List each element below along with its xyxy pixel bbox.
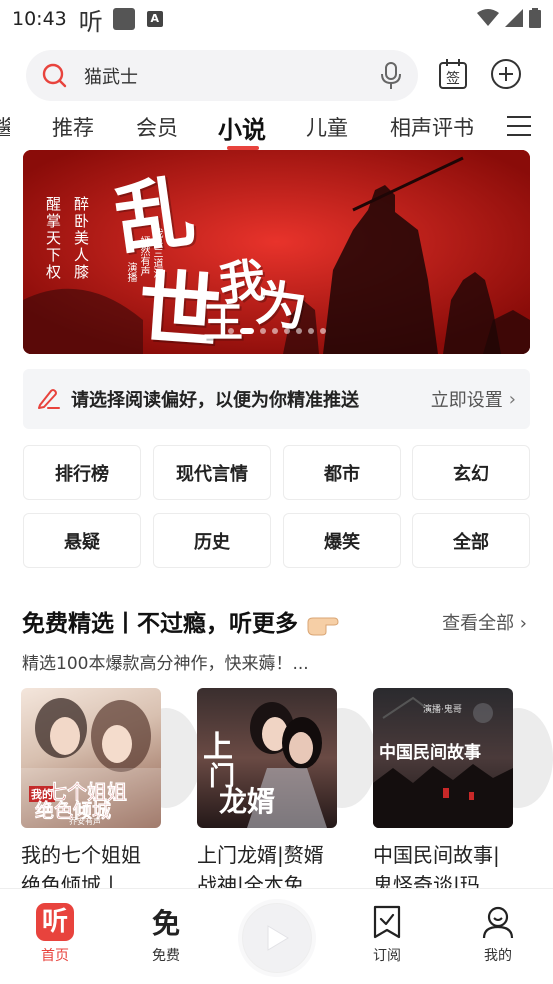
status-icons <box>477 8 541 28</box>
book-cover: 中国民间故事 演播·鬼哥 <box>373 688 513 828</box>
banner-dot-active <box>239 328 254 334</box>
banner-dot <box>259 328 266 334</box>
book-title-line-1: 上门龙婿|赘婿 <box>197 843 324 867</box>
search-icon <box>42 63 67 87</box>
search-placeholder: 猫武士 <box>84 66 138 88</box>
bottom-navigation: 听 首页 免 免费 订阅 我的 <box>0 888 553 984</box>
microphone-icon[interactable] <box>380 61 402 90</box>
reading-preference-bar[interactable]: 请选择阅读偏好，以便为你精准推送 立即设置 › <box>23 369 530 429</box>
nav-mine[interactable]: 我的 <box>458 903 538 965</box>
category-modern-romance[interactable]: 现代言情 <box>153 445 271 500</box>
view-all-label: 查看全部 <box>442 613 515 634</box>
section-title-text: 免费精选丨不过瘾，听更多 <box>22 611 298 637</box>
banner-tagline-1: 醒掌天下权 <box>44 196 62 281</box>
preference-prompt: 请选择阅读偏好，以便为你精准推送 <box>71 390 359 411</box>
status-time: 10:43 <box>12 8 67 30</box>
free-icon: 免 <box>147 903 185 941</box>
a-badge-icon: A <box>146 11 163 27</box>
nav-mine-label: 我的 <box>484 948 512 964</box>
banner-dot <box>283 328 290 334</box>
nav-free[interactable]: 免 免费 <box>126 903 206 965</box>
category-ranking[interactable]: 排行榜 <box>23 445 141 500</box>
tab-partial[interactable]: 酱 <box>0 112 10 142</box>
tab-recommend[interactable]: 推荐 <box>52 112 94 142</box>
nav-home-label: 首页 <box>41 948 69 964</box>
sign-label: 签 <box>446 70 460 87</box>
play-icon <box>267 925 289 951</box>
home-ting-glyph: 听 <box>36 903 74 941</box>
app-notification-icon: 听 <box>78 7 103 36</box>
banner-tagline-2: 醉卧美人膝 <box>72 196 90 281</box>
book-title-line-1: 中国民间故事| <box>373 843 500 867</box>
pointing-hand-icon <box>307 617 339 635</box>
category-fantasy[interactable]: 玄幻 <box>412 445 530 500</box>
cover-tag: 演播·鬼哥 <box>423 705 462 715</box>
play-button[interactable] <box>238 899 316 977</box>
add-icon[interactable] <box>490 58 522 90</box>
section-title: 免费精选丨不过瘾，听更多 <box>22 604 340 638</box>
banner-credit-3: 演播 <box>125 262 136 282</box>
tab-children[interactable]: 儿童 <box>306 112 348 142</box>
tab-novel[interactable]: 小说 <box>218 110 266 145</box>
category-all[interactable]: 全部 <box>412 513 530 568</box>
home-ting-icon: 听 <box>36 903 74 941</box>
sign-in-calendar-icon[interactable]: 签 <box>437 58 469 90</box>
book-cover: 我的 七个姐姐 绝色倾城 乔安有声 <box>21 688 161 828</box>
book-cover: 上 门 龙婿 <box>197 688 337 828</box>
banner-credit-1: 我是三道河 <box>151 228 162 278</box>
section-subtitle: 精选100本爆款高分神作，快来薅！... <box>22 654 309 674</box>
banner-pagination <box>23 328 530 334</box>
view-all-link[interactable]: 查看全部 › <box>442 609 527 635</box>
user-icon <box>479 903 517 941</box>
bookmark-check-icon <box>368 903 406 941</box>
banner-dot <box>295 328 302 334</box>
category-history[interactable]: 历史 <box>153 513 271 568</box>
free-glyph: 免 <box>151 907 180 940</box>
banner-credit-2: 嫣然有声 <box>138 236 149 276</box>
banner-dot <box>307 328 314 334</box>
wifi-icon <box>477 9 499 26</box>
status-bar: 10:43 听 A <box>0 0 553 38</box>
book-title-line-1: 我的七个姐姐 <box>21 843 141 867</box>
banner-dot <box>271 328 278 334</box>
notification-square-icon <box>112 8 135 30</box>
nav-subscribe[interactable]: 订阅 <box>347 903 427 965</box>
category-tabs: 酱 推荐 会员 小说 儿童 相声评书 <box>0 106 553 150</box>
category-comedy[interactable]: 爆笑 <box>283 513 401 568</box>
banner-title-char-5: 王 <box>203 299 243 346</box>
category-suspense[interactable]: 悬疑 <box>23 513 141 568</box>
cover-text-3: 龙婿 <box>219 785 276 818</box>
tab-crosstalk[interactable]: 相声评书 <box>390 112 474 142</box>
pencil-icon <box>38 389 60 409</box>
signal-icon <box>505 9 523 27</box>
tab-vip[interactable]: 会员 <box>136 112 178 142</box>
category-urban[interactable]: 都市 <box>283 445 401 500</box>
nav-home[interactable]: 听 首页 <box>15 903 95 965</box>
search-bar[interactable]: 猫武士 <box>26 50 418 101</box>
promo-banner[interactable]: 醒掌天下权 醉卧美人膝 乱 世 我 为 王 我是三道河 嫣然有声 演播 <box>23 150 530 354</box>
preference-setup-link[interactable]: 立即设置 <box>431 386 503 412</box>
cover-tag: 乔安有声 <box>69 817 101 826</box>
chevron-right-icon: › <box>508 388 516 410</box>
tabs-menu-icon[interactable] <box>507 116 531 138</box>
battery-icon <box>529 8 541 28</box>
nav-free-label: 免费 <box>152 948 180 964</box>
banner-dot <box>227 328 234 334</box>
nav-subscribe-label: 订阅 <box>373 948 401 964</box>
cover-text-1: 中国民间故事 <box>379 743 481 763</box>
banner-dot <box>319 328 326 334</box>
